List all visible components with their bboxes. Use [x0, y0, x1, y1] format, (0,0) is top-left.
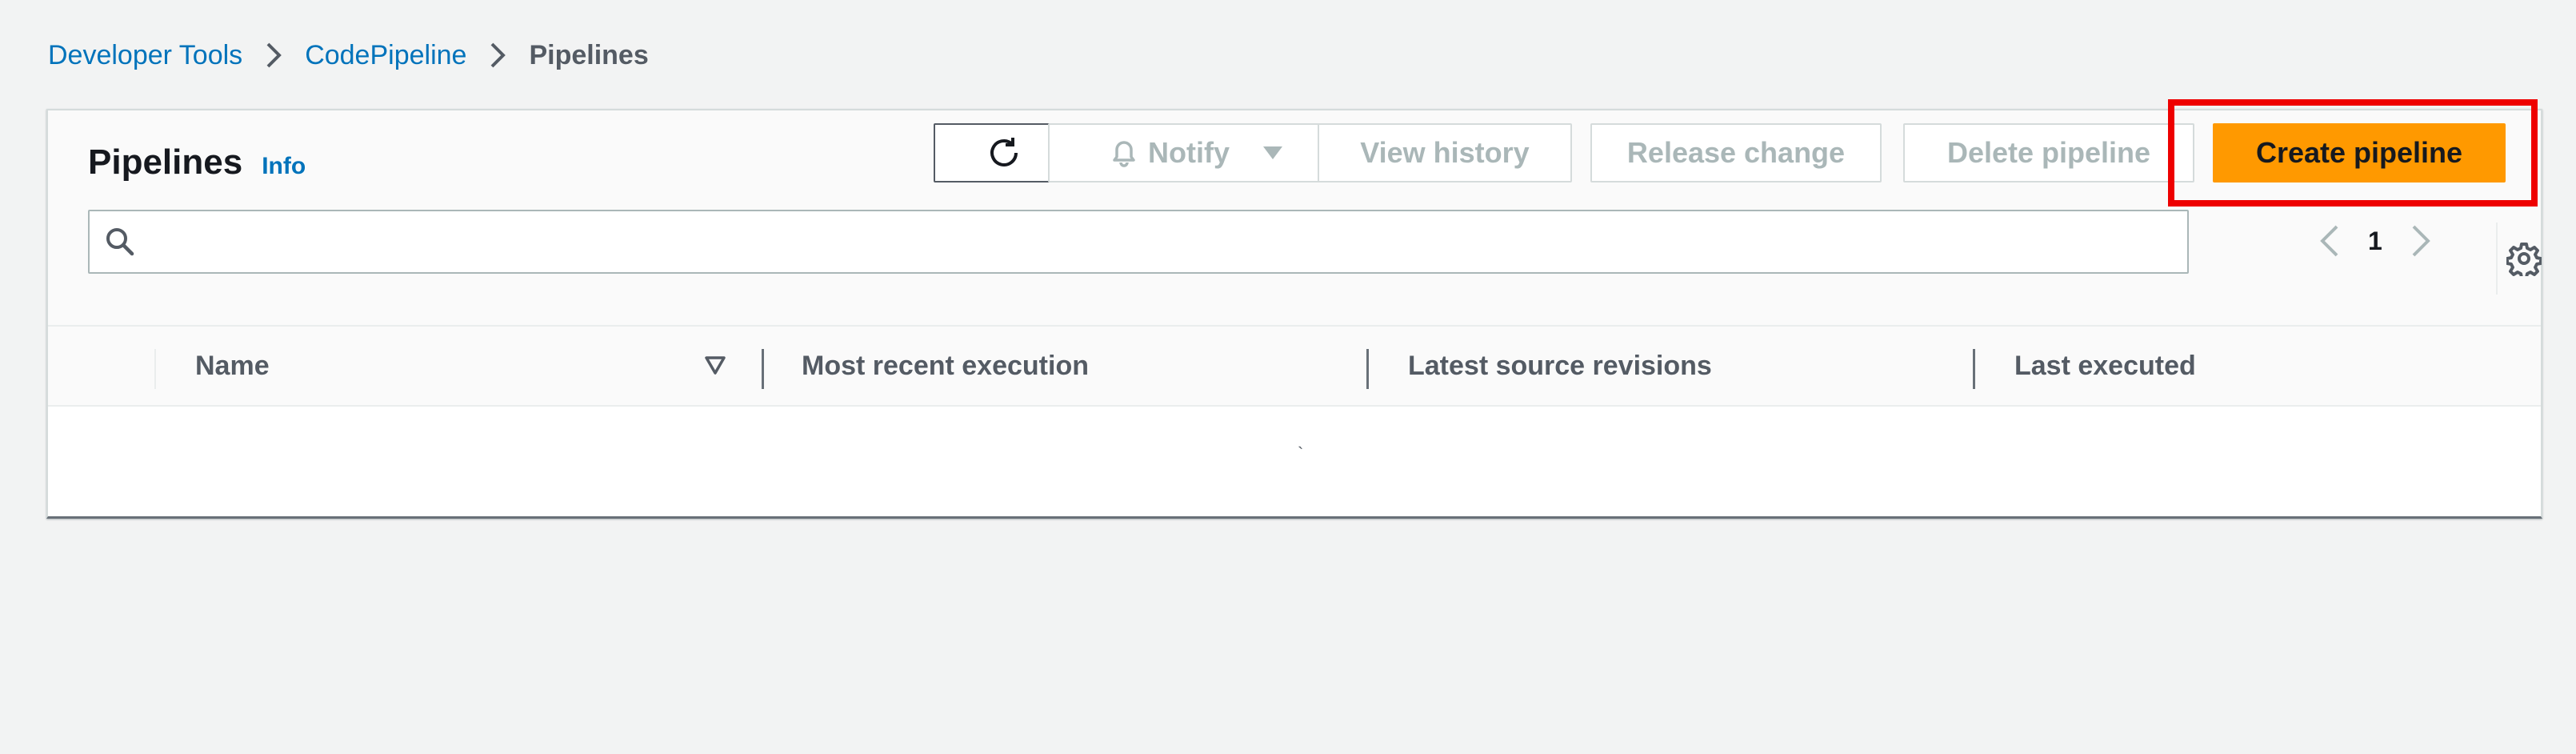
refresh-icon — [986, 134, 1022, 171]
view-history-button[interactable]: View history — [1318, 123, 1572, 182]
gear-icon — [2506, 241, 2542, 276]
search-icon — [104, 226, 136, 258]
loading-indicator: ` — [1298, 443, 1304, 463]
page-title: Pipelines — [88, 142, 243, 182]
preferences-button[interactable] — [2504, 239, 2544, 279]
search-box[interactable] — [88, 210, 2189, 274]
chevron-left-icon[interactable] — [2314, 217, 2346, 265]
table-body: ` — [48, 407, 2541, 515]
current-page-number[interactable]: 1 — [2368, 227, 2382, 256]
chevron-right-icon — [489, 41, 506, 70]
breadcrumb: Developer Tools CodePipeline Pipelines — [48, 35, 649, 75]
pagination: 1 — [2314, 211, 2437, 271]
sort-descending-icon[interactable] — [704, 355, 726, 376]
column-header-name[interactable]: Name — [195, 327, 270, 405]
table-header: Name Most recent execution Latest source… — [48, 327, 2541, 407]
notify-button[interactable]: Notify — [1048, 123, 1346, 182]
column-resizer[interactable] — [1366, 349, 1369, 389]
chevron-right-icon — [265, 41, 282, 70]
breadcrumb-developer-tools[interactable]: Developer Tools — [48, 40, 242, 71]
pipelines-panel: Pipelines Info Notify View history Relea… — [46, 99, 2544, 519]
create-pipeline-button[interactable]: Create pipeline — [2213, 123, 2506, 182]
breadcrumb-current: Pipelines — [529, 39, 649, 70]
notify-label: Notify — [1148, 136, 1230, 169]
chevron-right-icon[interactable] — [2405, 217, 2437, 265]
panel-title-wrap: Pipelines Info — [88, 142, 306, 191]
column-header-last-executed[interactable]: Last executed — [2014, 327, 2196, 405]
bell-icon — [1110, 138, 1138, 168]
search-input[interactable] — [149, 213, 2187, 271]
column-header-latest-source-revisions[interactable]: Latest source revisions — [1408, 327, 1712, 405]
info-link[interactable]: Info — [262, 153, 306, 180]
pager-divider — [2496, 223, 2498, 295]
delete-pipeline-button[interactable]: Delete pipeline — [1903, 123, 2194, 182]
caret-down-icon — [1262, 145, 1284, 161]
column-divider — [154, 349, 156, 389]
column-header-most-recent-execution[interactable]: Most recent execution — [802, 327, 1089, 405]
release-change-button[interactable]: Release change — [1590, 123, 1882, 182]
column-resizer[interactable] — [762, 349, 764, 389]
panel-header: Pipelines Info Notify View history Relea… — [48, 99, 2544, 327]
column-resizer[interactable] — [1973, 349, 1975, 389]
breadcrumb-codepipeline[interactable]: CodePipeline — [305, 40, 466, 71]
